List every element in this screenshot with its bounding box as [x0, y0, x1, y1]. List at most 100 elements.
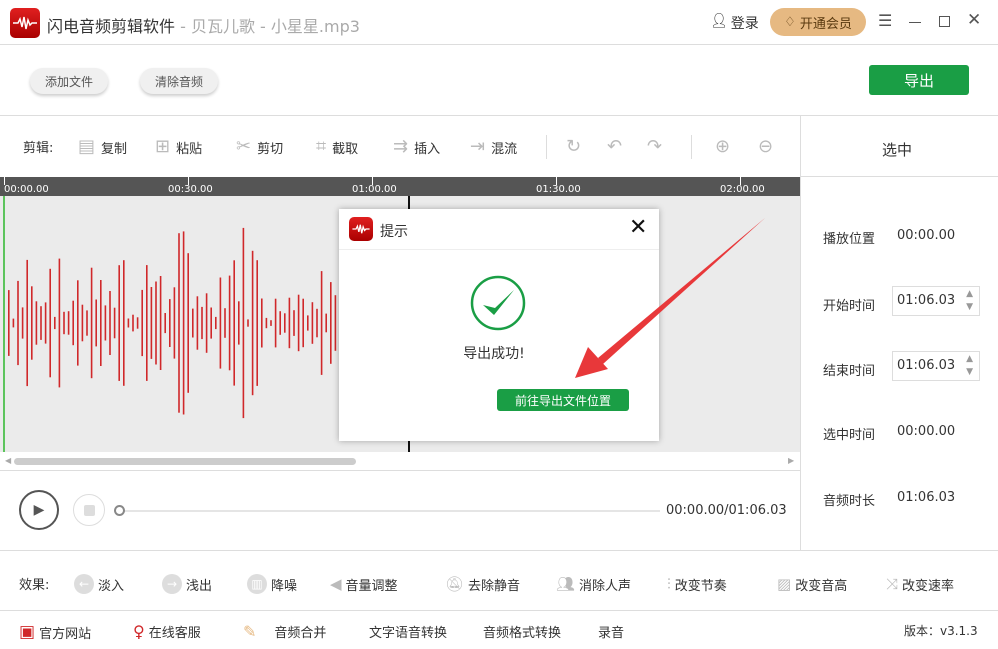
spin-down-icon[interactable]: ▼	[966, 367, 973, 377]
effect-label: 音量调整	[345, 578, 398, 594]
ruler-label: 01:30.00	[536, 184, 581, 195]
effect-fade-out[interactable]: → 浅出	[162, 574, 212, 594]
copy-icon: ▤	[78, 136, 96, 157]
paste-button[interactable]: ⊞ 粘贴	[155, 137, 202, 157]
start-time-input[interactable]: 01:06.03 ▲ ▼	[892, 286, 980, 316]
stop-button[interactable]	[73, 494, 105, 526]
vip-button[interactable]: ♢ 开通会员	[770, 8, 866, 36]
effect-speed[interactable]: ⤨ 改变速率	[886, 574, 954, 594]
effect-volume[interactable]: ◀ 音量调整	[330, 574, 398, 594]
waveform-bar	[81, 304, 84, 342]
effect-tempo[interactable]: ⫶ 改变节奏	[667, 574, 727, 594]
waveform-bar	[215, 316, 217, 330]
waveform-bar	[247, 319, 249, 327]
record-link[interactable]: 录音	[598, 622, 624, 641]
mute-bell-icon: 🔕︎	[445, 575, 465, 593]
mix-label: 混流	[491, 141, 518, 157]
dialog-logo	[349, 217, 373, 241]
waveform-bar	[8, 290, 10, 356]
waveform-bar	[169, 299, 171, 347]
customer-service-link[interactable]: ♀ 在线客服	[133, 622, 201, 641]
sliders-icon: ⫶	[667, 575, 671, 593]
waveform-bar	[67, 311, 70, 335]
waveform-bar	[44, 302, 47, 344]
denoise-icon: ▥	[247, 574, 267, 594]
footer-label: 在线客服	[148, 626, 201, 641]
dialog-title: 提示	[380, 224, 408, 240]
menu-icon[interactable]: ☰	[878, 11, 892, 30]
megaphone-icon: ✎	[243, 622, 257, 641]
waveform-bar	[242, 227, 245, 419]
divider	[546, 135, 547, 159]
ruler-label: 01:00.00	[352, 184, 397, 195]
insert-button[interactable]: ⇉ 插入	[393, 137, 440, 157]
waveform-bar	[132, 314, 134, 332]
mix-icon: ⇥	[470, 136, 486, 157]
clear-audio-button[interactable]: 清除音频	[140, 68, 218, 94]
duration-label: 音频时长	[823, 494, 876, 509]
zoom-in-icon: ⊕	[715, 136, 731, 157]
waveform-bar	[256, 260, 258, 386]
monitor-icon: ▣	[19, 622, 36, 642]
effect-pitch[interactable]: ▨ 改变音高	[777, 574, 847, 594]
zoom-in-button[interactable]: ⊕	[715, 137, 730, 157]
timeline-ruler[interactable]	[0, 177, 800, 196]
spin-down-icon[interactable]: ▼	[966, 302, 973, 312]
footer-label: 音频合并	[274, 626, 327, 641]
tts-link[interactable]: 文字语音转换	[369, 622, 447, 641]
play-button[interactable]: ▶	[19, 490, 59, 530]
add-file-button[interactable]: 添加文件	[30, 68, 108, 94]
waveform-bar	[123, 260, 125, 386]
effect-label: 改变音高	[795, 578, 848, 594]
version-label: 版本：v3.1.3	[904, 624, 978, 638]
scrollbar-thumb[interactable]	[14, 458, 356, 465]
waveform-bar	[31, 286, 33, 360]
effect-fade-in[interactable]: ← 淡入	[74, 574, 124, 594]
format-convert-link[interactable]: 音频格式转换	[483, 622, 561, 641]
waveform-bar	[270, 320, 272, 326]
waveform-bar	[224, 308, 226, 338]
effect-label: 浅出	[186, 578, 213, 594]
horizontal-scrollbar[interactable]: ◀ ▶	[0, 452, 800, 470]
spin-up-icon[interactable]: ▲	[966, 354, 973, 364]
effect-remove-vocals[interactable]: 👥︎ 消除人声	[556, 574, 631, 594]
copy-button[interactable]: ▤ 复制	[78, 137, 127, 157]
official-site-link[interactable]: ▣ 官方网站	[19, 622, 91, 642]
selected-time-value: 00:00.00	[897, 424, 956, 439]
redo-button[interactable]: ↷	[647, 137, 662, 157]
divider	[691, 135, 692, 159]
export-button[interactable]: 导出	[869, 65, 969, 95]
zoom-out-button[interactable]: ⊖	[758, 137, 773, 157]
play-icon: ▶	[33, 502, 45, 518]
waveform-bar	[17, 280, 19, 366]
progress-handle[interactable]	[114, 505, 125, 516]
reset-button[interactable]: ↻	[566, 137, 581, 157]
maximize-button[interactable]	[939, 16, 950, 27]
fade-out-icon: →	[162, 574, 182, 594]
panel-header: 选中	[882, 141, 913, 159]
open-export-location-button[interactable]: 前往导出文件位置	[497, 389, 629, 411]
paste-label: 粘贴	[176, 141, 203, 157]
waveform-bar	[173, 287, 176, 359]
start-time-label: 开始时间	[823, 299, 876, 314]
close-button[interactable]: ✕	[967, 10, 981, 30]
login-button[interactable]: 👤︎ 登录	[710, 13, 759, 33]
waveform-bar	[49, 268, 51, 378]
minimize-button[interactable]	[909, 22, 921, 23]
crop-button[interactable]: ⌗ 截取	[316, 137, 358, 157]
end-time-input[interactable]: 01:06.03 ▲ ▼	[892, 351, 980, 381]
effect-denoise[interactable]: ▥ 降噪	[247, 574, 297, 594]
waveform-bar	[136, 317, 139, 329]
spin-up-icon[interactable]: ▲	[966, 289, 973, 299]
vip-label: 开通会员	[799, 16, 852, 32]
cut-button[interactable]: ✂ 剪切	[236, 137, 283, 157]
waveform-bar	[21, 307, 24, 339]
waveform-bar	[182, 231, 185, 415]
progress-track[interactable]	[120, 510, 660, 512]
effect-remove-silence[interactable]: 🔕︎ 去除静音	[445, 574, 520, 594]
undo-button[interactable]: ↶	[607, 137, 622, 157]
audio-merge-link[interactable]: ✎ 音频合并	[243, 622, 326, 641]
waveform-bar	[320, 271, 323, 375]
mix-button[interactable]: ⇥ 混流	[470, 137, 517, 157]
dialog-close-button[interactable]: ✕	[629, 215, 647, 240]
